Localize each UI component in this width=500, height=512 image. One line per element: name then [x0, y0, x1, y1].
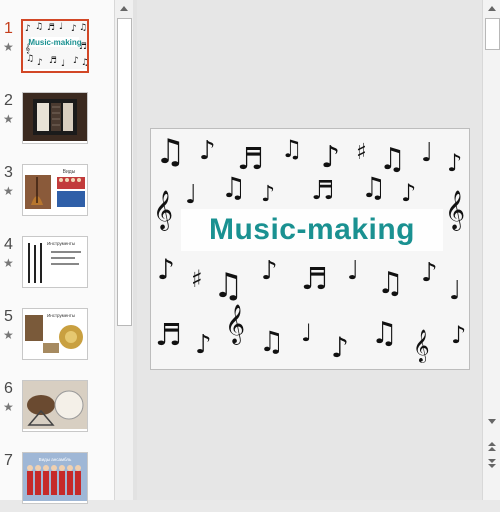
svg-text:♪: ♪ — [261, 256, 278, 286]
accordion-image — [23, 93, 87, 141]
slide-thumbnail-4[interactable]: 4 ★ Инструменты — [0, 236, 114, 296]
svg-text:♪: ♪ — [195, 330, 212, 360]
svg-text:♪: ♪ — [157, 253, 175, 286]
slide-number: 1 — [4, 20, 13, 37]
percussion-image — [23, 381, 87, 429]
animation-star-icon: ★ — [3, 400, 14, 414]
svg-text:♫: ♫ — [281, 135, 303, 163]
thumb-caption: Виды ансамбль — [39, 457, 72, 462]
svg-text:♪: ♪ — [321, 140, 340, 175]
svg-text:♪: ♪ — [261, 182, 275, 207]
svg-text:♯: ♯ — [356, 140, 367, 165]
svg-text:♪: ♪ — [37, 58, 43, 68]
svg-text:♫: ♫ — [26, 54, 34, 64]
slide-number: 7 — [4, 452, 13, 469]
slide-thumbnail-1[interactable]: 1 ★ ♪♫♬♩♪♫ ♫♪♬♩♪♫ 𝄞♬ Music-making — [0, 19, 114, 80]
svg-text:♬: ♬ — [47, 23, 55, 33]
slide-thumbnail-6[interactable]: 6 ★ — [0, 380, 114, 440]
svg-text:𝄞: 𝄞 — [153, 190, 173, 231]
svg-text:♪: ♪ — [199, 136, 216, 166]
scroll-up-icon[interactable] — [483, 0, 500, 18]
ensemble-image: Виды ансамбль — [23, 453, 87, 501]
svg-text:♫: ♫ — [213, 266, 243, 306]
svg-text:𝄞: 𝄞 — [445, 190, 465, 231]
svg-text:♪: ♪ — [71, 24, 77, 34]
slide-thumbnail-pane: 1 ★ ♪♫♬♩♪♫ ♫♪♬♩♪♫ 𝄞♬ Music-making 2 ★ — [0, 0, 114, 504]
svg-text:♬: ♬ — [311, 176, 334, 206]
slide-preview[interactable] — [22, 380, 88, 432]
svg-text:♬: ♬ — [301, 262, 328, 297]
svg-text:♩: ♩ — [449, 276, 461, 306]
current-slide[interactable]: ♫ ♪ ♬ ♫ ♪ ♯ ♫ ♩ ♪ 𝄞 ♩ ♫ ♪ ♬ ♫ ♪ 𝄞 ♪ ♯ ♫ — [150, 128, 470, 370]
svg-text:♬: ♬ — [155, 318, 182, 353]
svg-text:♩: ♩ — [301, 319, 312, 347]
slide-thumbnail-3[interactable]: 3 ★ Виды — [0, 164, 114, 224]
svg-text:𝄞: 𝄞 — [413, 329, 430, 363]
slide-number: 3 — [4, 164, 13, 181]
svg-text:♪: ♪ — [451, 321, 466, 349]
next-slide-icon[interactable] — [483, 456, 500, 472]
animation-star-icon: ★ — [3, 112, 14, 126]
slide-editor-area: ♫ ♪ ♬ ♫ ♪ ♯ ♫ ♩ ♪ 𝄞 ♩ ♫ ♪ ♬ ♫ ♪ 𝄞 ♪ ♯ ♫ — [137, 0, 482, 500]
slide-preview[interactable]: ♪♫♬♩♪♫ ♫♪♬♩♪♫ 𝄞♬ Music-making — [21, 19, 89, 73]
string-instruments-image: Виды — [23, 165, 87, 213]
svg-text:♫: ♫ — [155, 132, 185, 172]
music-notes-background: ♪♫♬♩♪♫ ♫♪♬♩♪♫ 𝄞♬ Music-making — [23, 21, 87, 69]
thumb-caption: Виды — [63, 169, 76, 175]
svg-text:♩: ♩ — [61, 59, 65, 69]
slide-number: 6 — [4, 380, 13, 397]
slide-title[interactable]: Music-making — [181, 209, 443, 251]
svg-text:♯: ♯ — [191, 265, 203, 293]
svg-text:♩: ♩ — [59, 22, 63, 32]
slide-preview[interactable] — [22, 92, 88, 144]
animation-star-icon: ★ — [3, 184, 14, 198]
svg-text:♪: ♪ — [73, 56, 79, 66]
svg-text:♩: ♩ — [347, 256, 359, 286]
slide-preview[interactable]: Виды — [22, 164, 88, 216]
scroll-up-icon[interactable] — [115, 0, 133, 18]
svg-text:♫: ♫ — [221, 171, 246, 204]
slide-preview[interactable]: Инструменты — [22, 308, 88, 360]
thumb-title: Music-making — [28, 38, 81, 47]
svg-text:♪: ♪ — [25, 24, 31, 34]
svg-text:𝄞: 𝄞 — [225, 304, 245, 345]
brass-instruments-image: Инструменты — [23, 309, 87, 357]
svg-text:♪: ♪ — [401, 179, 416, 207]
wind-instruments-image: Инструменты — [23, 237, 87, 285]
scroll-down-icon[interactable] — [483, 414, 500, 430]
slide-preview[interactable]: Инструменты — [22, 236, 88, 288]
svg-text:♫: ♫ — [361, 171, 386, 204]
svg-text:♩: ♩ — [421, 138, 433, 168]
svg-text:♪: ♪ — [421, 258, 438, 288]
svg-text:♫: ♫ — [79, 23, 87, 33]
svg-text:♫: ♫ — [35, 22, 43, 32]
svg-text:♫: ♫ — [259, 325, 284, 358]
animation-star-icon: ★ — [3, 256, 14, 270]
svg-text:♪: ♪ — [447, 149, 462, 177]
slide-preview[interactable]: Виды ансамбль — [22, 452, 88, 504]
thumbnail-scrollbar[interactable] — [114, 0, 133, 500]
scrollbar-thumb[interactable] — [485, 18, 500, 50]
svg-text:♫: ♫ — [371, 316, 398, 351]
animation-star-icon: ★ — [3, 40, 14, 54]
animation-star-icon: ★ — [3, 328, 14, 342]
editor-scrollbar[interactable] — [482, 0, 500, 500]
thumb-caption: Инструменты — [47, 313, 75, 318]
svg-text:♫: ♫ — [81, 58, 87, 68]
svg-text:♪: ♪ — [331, 331, 349, 364]
slide-number: 2 — [4, 92, 13, 109]
slide-number: 5 — [4, 308, 13, 325]
previous-slide-icon[interactable] — [483, 438, 500, 454]
slide-thumbnail-7[interactable]: 7 Виды ансамбль — [0, 452, 114, 512]
slide-thumbnail-5[interactable]: 5 ★ Инструменты — [0, 308, 114, 368]
svg-text:♫: ♫ — [377, 266, 404, 301]
thumb-caption: Инструменты — [47, 241, 75, 246]
scrollbar-thumb[interactable] — [117, 18, 132, 326]
svg-text:♩: ♩ — [185, 180, 197, 210]
slide-thumbnail-2[interactable]: 2 ★ — [0, 92, 114, 152]
slide-number: 4 — [4, 236, 13, 253]
svg-text:♬: ♬ — [49, 56, 57, 66]
